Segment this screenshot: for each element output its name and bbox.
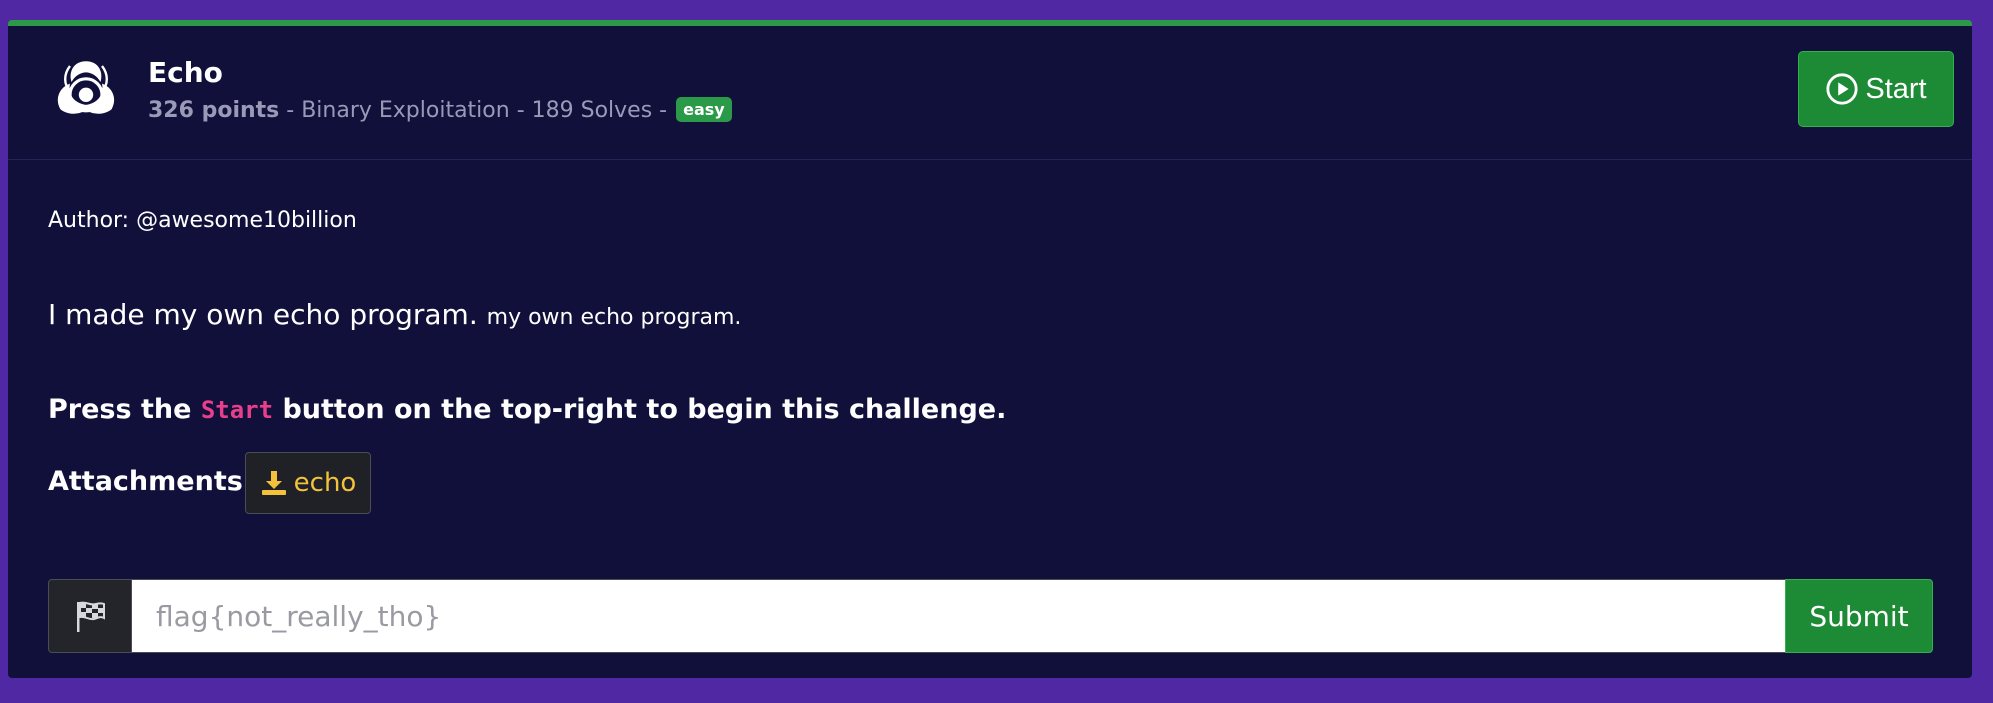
challenge-description: I made my own echo program. my own echo …: [48, 298, 741, 331]
instruction-suffix: button on the top-right to begin this ch…: [273, 394, 1007, 425]
flag-icon-addon: [48, 579, 132, 653]
description-small: my own echo program.: [486, 305, 742, 330]
author-line: Author: @awesome10billion: [48, 208, 357, 233]
download-icon: [261, 471, 286, 495]
play-circle-icon: [1826, 73, 1858, 105]
checkered-flag-icon: [77, 601, 105, 632]
flag-input[interactable]: [132, 579, 1785, 653]
biohazard-icon: [57, 61, 115, 114]
attachments-label: Attachments:: [48, 466, 254, 497]
attachment-name: echo: [293, 468, 357, 498]
difficulty-badge: easy: [676, 96, 732, 122]
attachment-echo-button[interactable]: echo: [245, 452, 371, 514]
start-button-label: Start: [1865, 72, 1927, 105]
instruction-prefix: Press the: [48, 394, 201, 425]
flag-submission-form: Submit: [48, 579, 1933, 653]
start-button[interactable]: Start: [1798, 51, 1954, 127]
description-main: I made my own echo program.: [48, 298, 478, 331]
challenge-title: Echo: [148, 56, 223, 89]
challenge-meta: 326 points - Binary Exploitation - 189 S…: [148, 96, 732, 124]
challenge-points: 326 points: [148, 98, 280, 123]
start-instruction: Press the Start button on the top-right …: [48, 394, 1006, 425]
challenge-category-solves: - Binary Exploitation - 189 Solves -: [279, 98, 675, 123]
submit-button[interactable]: Submit: [1785, 579, 1933, 653]
challenge-card: Echo 326 points - Binary Exploitation - …: [8, 20, 1972, 678]
instruction-start-code: Start: [200, 396, 274, 424]
challenge-header: Echo 326 points - Binary Exploitation - …: [8, 26, 1972, 160]
